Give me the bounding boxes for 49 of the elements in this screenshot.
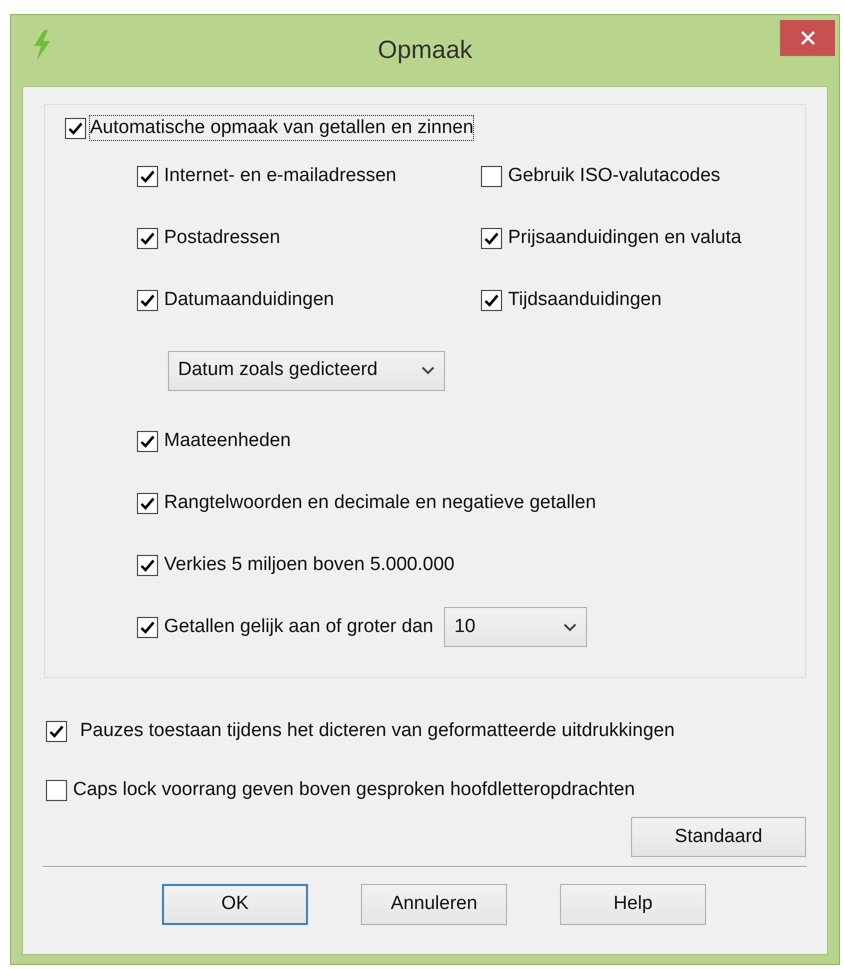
standaard-button[interactable]: Standaard	[631, 817, 806, 857]
checkbox-label: Verkies 5 miljoen boven 5.000.000	[163, 553, 456, 577]
checkbox-label: Maateenheden	[163, 429, 292, 453]
checkbox-label: Datumaanduidingen	[163, 288, 336, 312]
checkbox[interactable]	[46, 780, 67, 800]
close-button[interactable]	[780, 20, 835, 56]
checkmark-icon	[140, 496, 155, 510]
checkbox[interactable]	[65, 118, 86, 138]
window-title: Opmaak	[378, 35, 472, 66]
checkmark-icon	[140, 294, 155, 306]
checkmark-icon	[140, 558, 155, 572]
checkbox-label: Caps lock voorrang geven boven gesproken hoofdletteropdrachten	[72, 778, 636, 802]
checkbox[interactable]	[137, 228, 158, 248]
checkbox[interactable]	[481, 290, 502, 310]
checkmark-icon	[140, 170, 155, 182]
checkbox[interactable]	[137, 492, 158, 514]
dialog-button[interactable]: OK	[162, 884, 308, 925]
checkbox[interactable]	[137, 554, 158, 576]
checkbox[interactable]	[137, 166, 158, 186]
lightning-icon	[32, 30, 52, 60]
checkbox-label: Postadressen	[163, 226, 282, 250]
checkbox-label: Getallen gelijk aan of groter dan	[163, 615, 434, 639]
checkbox-label: Gebruik ISO-valutacodes	[507, 164, 722, 188]
checkmark-icon	[484, 232, 499, 244]
checkbox-label: Tijdsaanduidingen	[507, 288, 663, 312]
dialog-button[interactable]: Annuleren	[361, 884, 507, 925]
dialog-button[interactable]: Help	[560, 884, 706, 925]
checkmark-icon	[140, 232, 155, 244]
checkbox[interactable]	[137, 290, 158, 310]
checkbox-label: Pauzes toestaan tijdens het dicteren van geformatteerde uitdrukkingen	[79, 719, 676, 743]
dropdown[interactable]: 10	[444, 607, 588, 647]
checkbox-label: Automatische opmaak van getallen en zinnen	[89, 115, 474, 141]
checkbox[interactable]	[481, 166, 502, 186]
checkmark-icon	[49, 724, 64, 738]
chevron-down-icon	[421, 366, 435, 375]
dropdown[interactable]: Datum zoals gedicteerd	[168, 350, 445, 390]
checkmark-icon	[68, 122, 83, 134]
close-icon	[800, 31, 814, 45]
chevron-down-icon	[563, 622, 578, 632]
checkmark-icon	[140, 434, 155, 448]
checkmark-icon	[484, 294, 499, 306]
checkbox[interactable]	[481, 228, 502, 248]
checkbox[interactable]	[46, 720, 67, 742]
checkbox-label: Prijsaanduidingen en valuta	[507, 226, 742, 250]
checkmark-icon	[140, 620, 155, 634]
checkbox-label: Rangtelwoorden en decimale en negatieve getallen	[163, 491, 598, 515]
checkbox[interactable]	[137, 430, 158, 452]
checkbox[interactable]	[137, 616, 158, 638]
checkbox-label: Internet- en e-mailadressen	[163, 164, 398, 188]
